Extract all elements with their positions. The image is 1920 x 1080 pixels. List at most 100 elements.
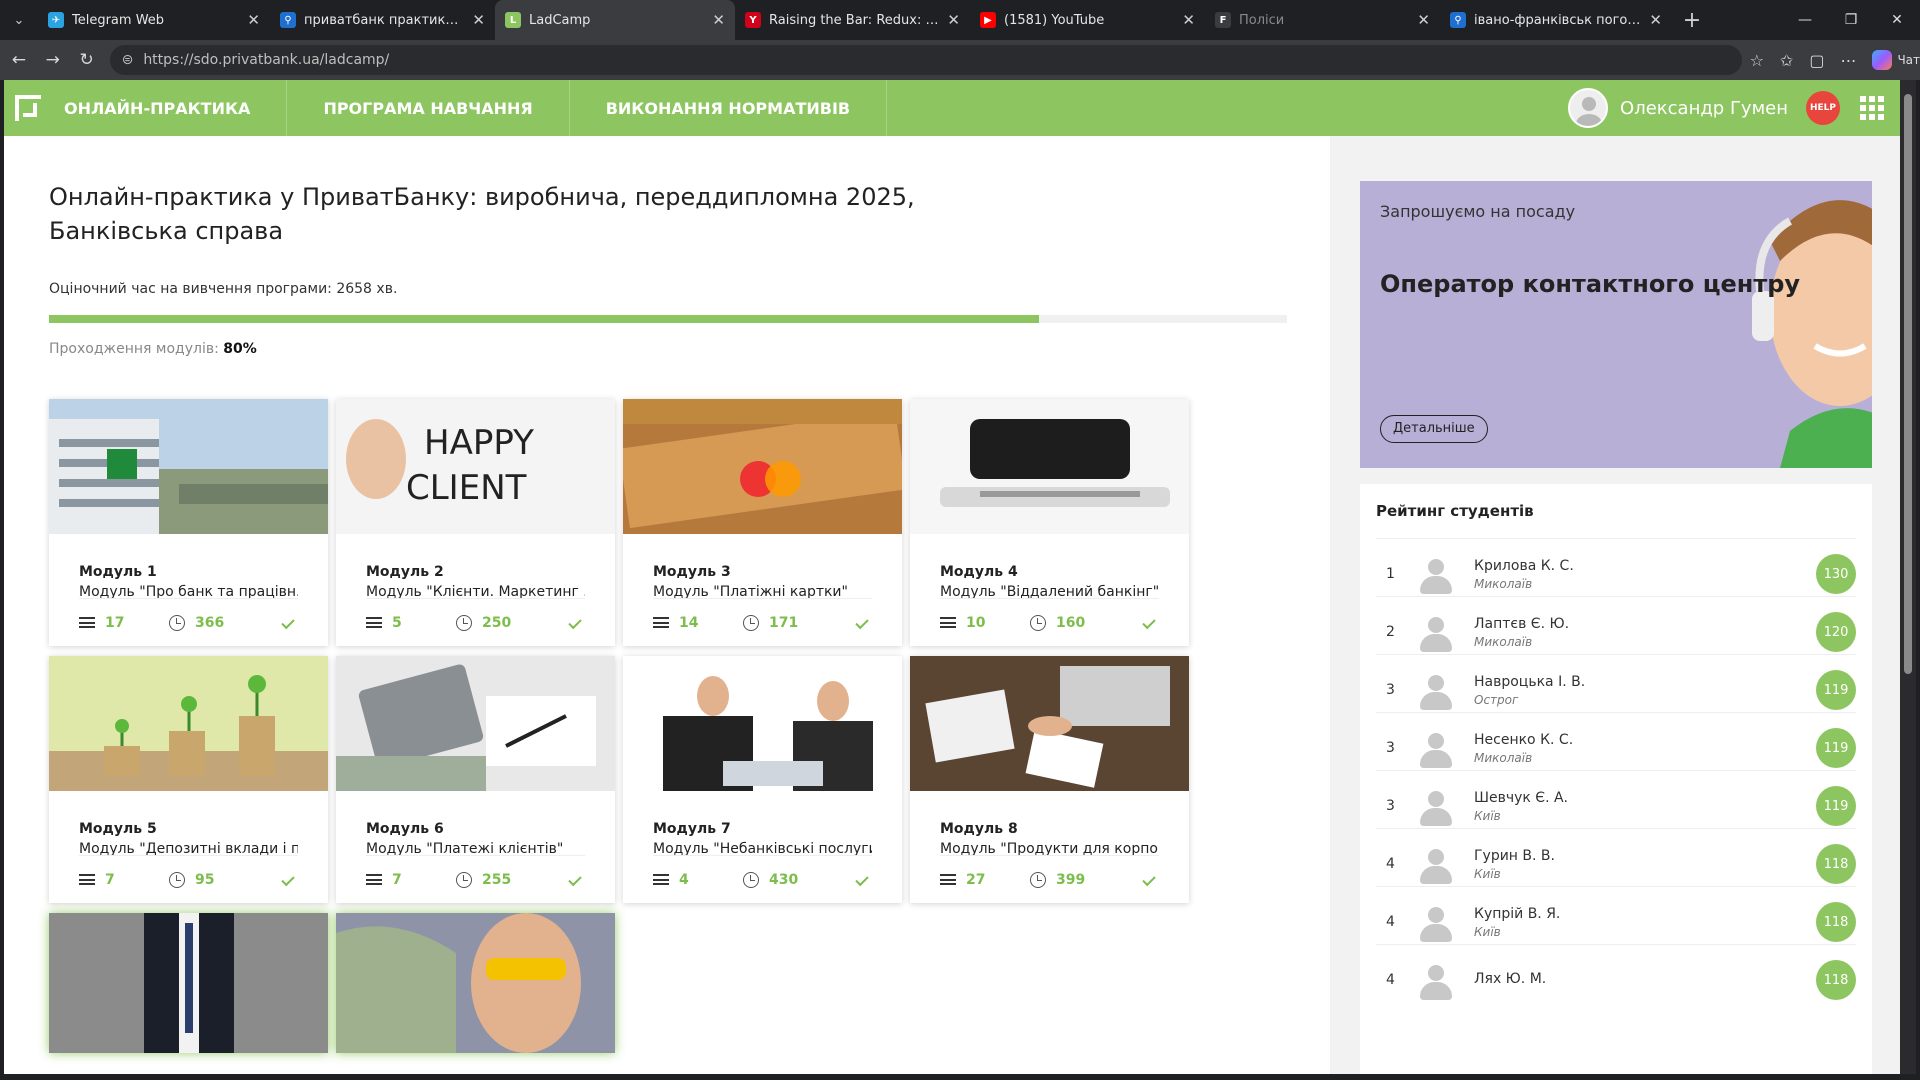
student-name: Купрій В. Я. bbox=[1474, 905, 1561, 922]
module-image bbox=[49, 656, 328, 791]
score-badge: 130 bbox=[1816, 554, 1856, 594]
estimated-time: Оціночний час на вивчення програми: 2658… bbox=[49, 281, 398, 297]
student-name: Лаптєв Є. Ю. bbox=[1474, 615, 1570, 632]
module-stats: 14 171 bbox=[653, 598, 872, 646]
scrollbar-thumb[interactable] bbox=[1904, 94, 1912, 674]
rating-rank: 3 bbox=[1386, 682, 1395, 698]
module-card[interactable] bbox=[49, 913, 328, 1053]
module-card[interactable]: Модуль 1 Модуль "Про банк та працівн... 17… bbox=[49, 399, 328, 646]
module-stats: 5 250 bbox=[366, 598, 585, 646]
collections-icon[interactable]: ▢ bbox=[1809, 51, 1824, 70]
bookmark-star-icon[interactable]: ☆ bbox=[1750, 51, 1764, 70]
lessons-icon bbox=[79, 874, 95, 885]
nav-standards[interactable]: ВИКОНАННЯ НОРМАТИВІВ bbox=[570, 80, 888, 136]
student-city: Київ bbox=[1474, 808, 1501, 823]
module-card[interactable]: Модуль 3 Модуль "Платіжні картки" 14 171 bbox=[623, 399, 902, 646]
back-icon[interactable]: ← bbox=[4, 40, 34, 80]
tab-close-icon[interactable]: ✕ bbox=[1649, 11, 1662, 29]
privatbank-logo-icon[interactable] bbox=[4, 80, 52, 136]
copilot-chat-button[interactable]: Чат bbox=[1872, 50, 1920, 70]
student-name: Навроцька І. В. bbox=[1474, 673, 1586, 690]
tab-favicon-icon: Y bbox=[745, 12, 761, 28]
tab-policies[interactable]: F Поліси ✕ bbox=[1205, 0, 1440, 40]
tab-favicon-icon: L bbox=[505, 12, 521, 28]
tab-close-icon[interactable]: ✕ bbox=[472, 11, 485, 29]
tab-title: LadCamp bbox=[529, 12, 591, 28]
tab-close-icon[interactable]: ✕ bbox=[1417, 11, 1430, 29]
site-info-icon[interactable]: ⊜ bbox=[122, 52, 134, 68]
forward-icon[interactable]: → bbox=[38, 40, 68, 80]
module-name: Модуль 8 bbox=[940, 821, 1018, 837]
tab-raising-the-bar[interactable]: Y Raising the Bar: Redux: Division 3: ...… bbox=[735, 0, 970, 40]
progress-label: Проходження модулів: bbox=[49, 341, 219, 357]
score-badge: 120 bbox=[1816, 612, 1856, 652]
user-menu[interactable]: Олександр Гумен bbox=[1568, 80, 1788, 136]
tab-close-icon[interactable]: ✕ bbox=[247, 11, 260, 29]
nav-program[interactable]: ПРОГРАМА НАВЧАННЯ bbox=[287, 80, 570, 136]
banner-position: Оператор контактного центру bbox=[1380, 270, 1801, 298]
window-controls: — ❐ ✕ bbox=[1782, 0, 1920, 40]
new-tab-button[interactable]: + bbox=[1672, 8, 1712, 33]
tab-ladcamp[interactable]: L LadCamp ✕ bbox=[495, 0, 735, 40]
lessons-count: 14 bbox=[679, 614, 699, 631]
module-card[interactable]: Модуль 8 Модуль "Продукти для корпо... 27 3… bbox=[910, 656, 1189, 903]
rating-rank: 2 bbox=[1386, 624, 1395, 640]
details-button[interactable]: Детальніше bbox=[1380, 415, 1488, 443]
module-card[interactable]: Модуль 5 Модуль "Депозитні вклади і п... 7… bbox=[49, 656, 328, 903]
progress-bar bbox=[49, 315, 1287, 323]
tab-close-icon[interactable]: ✕ bbox=[1182, 11, 1195, 29]
module-card[interactable]: Модуль 4 Модуль "Віддалений банкінг" 10 160 bbox=[910, 399, 1189, 646]
clock-icon bbox=[169, 871, 185, 888]
page-title: Онлайн-практика у ПриватБанку: виробнича… bbox=[49, 183, 915, 245]
avatar bbox=[1416, 960, 1456, 1000]
tab-youtube[interactable]: ▶ (1581) YouTube ✕ bbox=[970, 0, 1205, 40]
lessons-icon bbox=[653, 874, 669, 885]
module-card[interactable]: Модуль 6 Модуль "Платежі клієнтів" 7 255 bbox=[336, 656, 615, 903]
tab-favicon-icon: ▶ bbox=[980, 12, 996, 28]
score-badge: 119 bbox=[1816, 728, 1856, 768]
help-button[interactable]: HELP bbox=[1806, 91, 1840, 125]
more-icon[interactable]: ⋯ bbox=[1840, 51, 1856, 70]
student-name: Лях Ю. М. bbox=[1474, 970, 1547, 987]
close-window-icon[interactable]: ✕ bbox=[1874, 0, 1920, 40]
completed-check-icon bbox=[568, 872, 582, 887]
job-banner[interactable]: Запрошуємо на посаду Оператор контактног… bbox=[1360, 181, 1872, 468]
avatar bbox=[1416, 902, 1456, 942]
tab-list-menu-icon[interactable]: ⌄ bbox=[0, 0, 38, 40]
nav-online-practice[interactable]: ОНЛАЙН-ПРАКТИКА bbox=[52, 80, 288, 136]
lessons-count: 4 bbox=[679, 871, 689, 888]
lessons-icon bbox=[653, 617, 669, 628]
student-name: Несенко К. С. bbox=[1474, 731, 1574, 748]
module-name: Модуль 3 bbox=[653, 564, 731, 580]
favorites-icon[interactable]: ✩ bbox=[1780, 51, 1793, 70]
module-image bbox=[623, 399, 902, 534]
tab-close-icon[interactable]: ✕ bbox=[947, 11, 960, 29]
tab-weather-search[interactable]: ⚲ івано-франківськ погода - Пошу ✕ bbox=[1440, 0, 1672, 40]
module-card[interactable] bbox=[336, 913, 615, 1053]
restore-icon[interactable]: ❐ bbox=[1828, 0, 1874, 40]
apps-grid-icon[interactable] bbox=[1860, 96, 1884, 120]
student-city: Миколаїв bbox=[1474, 750, 1533, 765]
url-field[interactable]: ⊜ https://sdo.privatbank.ua/ladcamp/ bbox=[109, 45, 1742, 75]
rating-rank: 1 bbox=[1386, 566, 1395, 582]
avatar bbox=[1416, 844, 1456, 884]
module-card[interactable]: HAPPY CLIENT Модуль 2 Модуль "Клієнти. Марк… bbox=[336, 399, 615, 646]
module-minutes: 171 bbox=[769, 614, 799, 631]
student-name: Гурин В. В. bbox=[1474, 847, 1555, 864]
student-city: Миколаїв bbox=[1474, 634, 1533, 649]
banner-invite: Запрошуємо на посаду bbox=[1380, 202, 1576, 221]
reload-icon[interactable]: ↻ bbox=[72, 40, 102, 80]
lessons-icon bbox=[940, 874, 956, 885]
lessons-count: 7 bbox=[392, 871, 402, 888]
module-stats: 4 430 bbox=[653, 855, 872, 903]
tab-telegram[interactable]: ✈ Telegram Web ✕ bbox=[38, 0, 270, 40]
tab-privatbank-search[interactable]: ⚲ приватбанк практика - Пошук ✕ bbox=[270, 0, 495, 40]
lessons-count: 7 bbox=[105, 871, 115, 888]
student-city: Київ bbox=[1474, 924, 1501, 939]
module-card[interactable]: Модуль 7 Модуль "Небанківські послуги" 4 43… bbox=[623, 656, 902, 903]
tab-close-icon[interactable]: ✕ bbox=[712, 11, 725, 29]
completed-check-icon bbox=[281, 872, 295, 887]
minimize-icon[interactable]: — bbox=[1782, 0, 1828, 40]
student-city: Київ bbox=[1474, 866, 1501, 881]
page-scrollbar[interactable] bbox=[1900, 80, 1916, 1074]
